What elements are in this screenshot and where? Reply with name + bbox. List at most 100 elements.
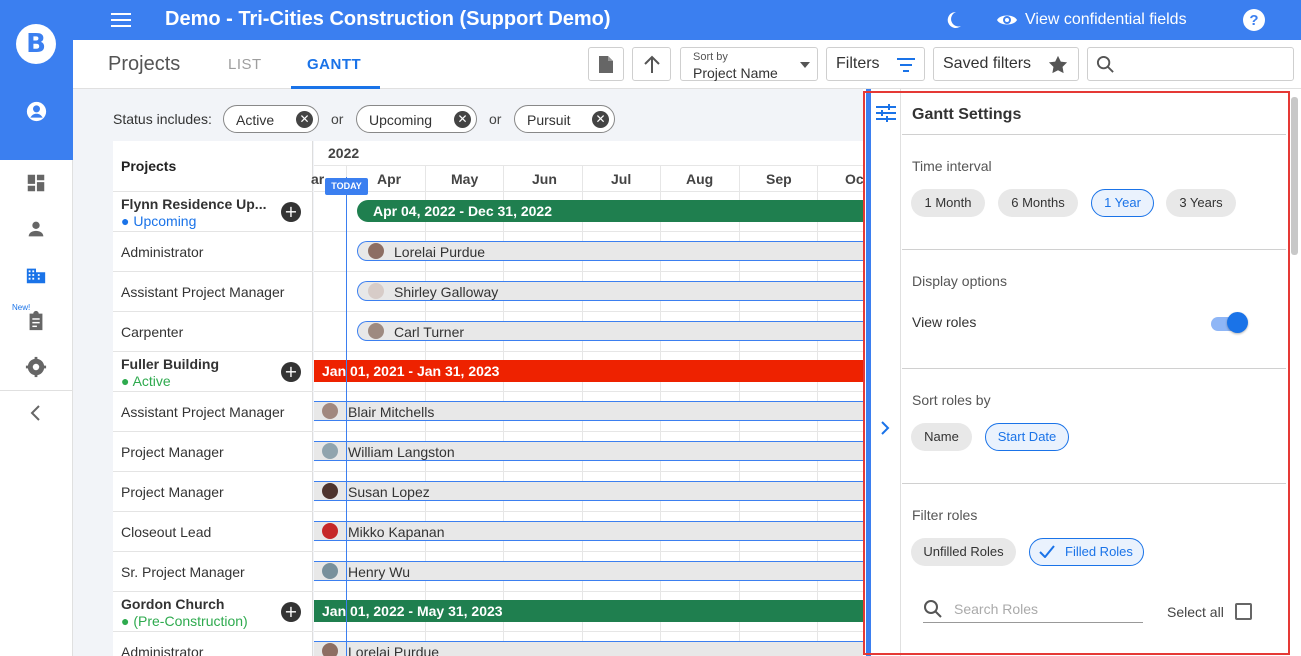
- app-logo[interactable]: B: [16, 24, 56, 64]
- role-assignment-bar[interactable]: Shirley Galloway: [357, 281, 863, 301]
- account-icon[interactable]: [26, 101, 47, 122]
- row-divider: [314, 271, 863, 272]
- role-row[interactable]: Project Manager: [113, 471, 313, 511]
- gantt-main: Status includes: Active ✕ or Upcoming ✕ …: [73, 89, 863, 656]
- row-divider: [314, 591, 863, 592]
- export-document-button[interactable]: [588, 47, 624, 81]
- saved-filters-button[interactable]: Saved filters: [933, 47, 1079, 81]
- assignment-icon[interactable]: [25, 310, 47, 332]
- interval-option-3-years[interactable]: 3 Years: [1166, 189, 1236, 217]
- select-all-label: Select all: [1167, 604, 1224, 620]
- assignee-name: Susan Lopez: [348, 484, 430, 500]
- filters-button[interactable]: Filters: [826, 47, 925, 81]
- interval-option-6-months[interactable]: 6 Months: [998, 189, 1078, 217]
- search-roles-input[interactable]: Search Roles: [954, 601, 1038, 617]
- project-name[interactable]: Fuller Building: [121, 356, 219, 372]
- role-assignment-bar[interactable]: Blair Mitchells: [314, 401, 863, 421]
- status-chip-label: Pursuit: [527, 112, 571, 128]
- project-name[interactable]: Flynn Residence Up...: [121, 196, 266, 212]
- sort-direction-button[interactable]: [632, 47, 671, 81]
- role-row[interactable]: Assistant Project Manager: [113, 271, 313, 311]
- project-name[interactable]: Gordon Church: [121, 596, 224, 612]
- status-chip-active[interactable]: Active ✕: [223, 105, 319, 133]
- today-marker: TODAY: [325, 178, 368, 195]
- project-date-bar[interactable]: Jan 01, 2022 - May 31, 2023: [314, 600, 863, 622]
- tab-list[interactable]: LIST: [228, 56, 262, 73]
- assignee-name: Lorelai Purdue: [348, 644, 440, 656]
- filter-icon: [897, 58, 915, 72]
- project-date-bar[interactable]: Jan 01, 2021 - Jan 31, 2023: [314, 360, 863, 382]
- view-confidential-fields-button[interactable]: View confidential fields: [1025, 11, 1187, 29]
- menu-icon[interactable]: [111, 11, 131, 29]
- app-title: Demo - Tri-Cities Construction (Support …: [165, 8, 611, 30]
- role-assignment-bar[interactable]: Henry Wu: [314, 561, 863, 581]
- avatar: [322, 563, 338, 579]
- project-row[interactable]: Flynn Residence Up... ● Upcoming +: [113, 191, 313, 231]
- tune-settings-icon[interactable]: [876, 104, 896, 122]
- filter-roles-option-filled[interactable]: Filled Roles: [1029, 538, 1144, 566]
- role-assignment-bar[interactable]: William Langston: [314, 441, 863, 461]
- role-name: Closeout Lead: [121, 524, 212, 540]
- interval-option-1-year[interactable]: 1 Year: [1091, 189, 1154, 217]
- status-chip-label: Upcoming: [369, 112, 433, 128]
- panel-scrollbar[interactable]: [1291, 97, 1298, 255]
- timeline-divider: [314, 191, 863, 192]
- role-assignment-bar[interactable]: Lorelai Purdue: [357, 241, 863, 261]
- panel-accent-bar: [866, 89, 871, 656]
- role-row[interactable]: Project Manager: [113, 431, 313, 471]
- status-chip-upcoming[interactable]: Upcoming ✕: [356, 105, 477, 133]
- search-roles-icon: [924, 600, 942, 618]
- svg-text:?: ?: [1249, 12, 1258, 29]
- role-row[interactable]: Administrator: [113, 631, 313, 656]
- role-assignment-bar[interactable]: Carl Turner: [357, 321, 863, 341]
- role-name: Assistant Project Manager: [121, 284, 285, 300]
- project-row[interactable]: Gordon Church ● (Pre-Construction) +: [113, 591, 313, 631]
- settings-gear-icon[interactable]: [25, 356, 47, 378]
- eye-icon[interactable]: [996, 11, 1018, 29]
- avatar: [368, 323, 384, 339]
- dark-mode-moon-icon[interactable]: [943, 10, 963, 30]
- gantt-timeline: 2022 ar Apr May Jun Jul Aug Sep Oc Apr 0…: [311, 141, 863, 656]
- remove-chip-icon[interactable]: ✕: [454, 111, 471, 128]
- sort-by-caption: Sort by: [693, 51, 728, 63]
- interval-option-1-month[interactable]: 1 Month: [911, 189, 985, 217]
- dropdown-caret-icon: [800, 62, 810, 68]
- role-assignment-bar[interactable]: Lorelai Purdue: [314, 641, 863, 656]
- select-all-checkbox[interactable]: [1235, 603, 1252, 620]
- project-row[interactable]: Fuller Building ● Active +: [113, 351, 313, 391]
- row-divider: [314, 311, 863, 312]
- role-row[interactable]: Closeout Lead: [113, 511, 313, 551]
- help-icon[interactable]: ?: [1243, 9, 1265, 31]
- status-chip-pursuit[interactable]: Pursuit ✕: [514, 105, 615, 133]
- role-row[interactable]: Carpenter: [113, 311, 313, 351]
- collapse-panel-chevron-icon[interactable]: [880, 421, 890, 435]
- sort-by-value: Project Name: [693, 65, 778, 81]
- projects-building-icon[interactable]: [25, 264, 47, 286]
- row-divider: [314, 511, 863, 512]
- tab-gantt[interactable]: GANTT: [307, 56, 361, 73]
- collapse-rail-chevron-icon[interactable]: [28, 403, 44, 423]
- star-icon: [1048, 55, 1068, 74]
- search-input[interactable]: [1087, 47, 1294, 81]
- add-role-button[interactable]: +: [281, 362, 301, 382]
- arrow-up-icon: [644, 55, 660, 73]
- sort-roles-option-name[interactable]: Name: [911, 423, 972, 451]
- project-date-bar[interactable]: Apr 04, 2022 - Dec 31, 2022: [357, 200, 863, 222]
- sort-by-select[interactable]: Sort by Project Name: [680, 47, 818, 81]
- dashboard-icon[interactable]: [25, 172, 47, 194]
- remove-chip-icon[interactable]: ✕: [296, 111, 313, 128]
- add-role-button[interactable]: +: [281, 602, 301, 622]
- role-row[interactable]: Administrator: [113, 231, 313, 271]
- view-roles-toggle-thumb[interactable]: [1227, 312, 1248, 333]
- role-row[interactable]: Assistant Project Manager: [113, 391, 313, 431]
- role-row[interactable]: Sr. Project Manager: [113, 551, 313, 591]
- avatar: [322, 523, 338, 539]
- add-role-button[interactable]: +: [281, 202, 301, 222]
- filter-roles-option-unfilled[interactable]: Unfilled Roles: [911, 538, 1016, 566]
- assignee-name: Mikko Kapanan: [348, 524, 445, 540]
- remove-chip-icon[interactable]: ✕: [592, 111, 609, 128]
- people-icon[interactable]: [25, 218, 47, 240]
- role-assignment-bar[interactable]: Mikko Kapanan: [314, 521, 863, 541]
- sort-roles-option-start-date[interactable]: Start Date: [985, 423, 1069, 451]
- role-assignment-bar[interactable]: Susan Lopez: [314, 481, 863, 501]
